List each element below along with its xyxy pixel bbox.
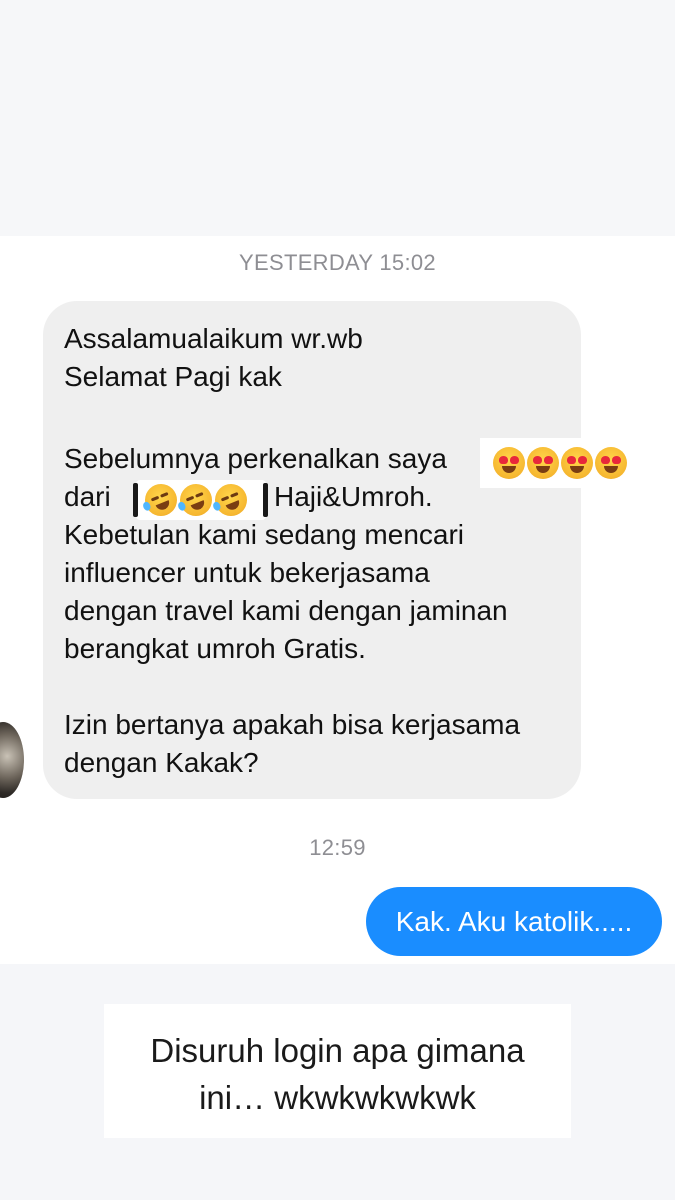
message-line: dengan Kakak?: [64, 747, 259, 778]
message-line: Kebetulan kami sedang mencari: [64, 519, 465, 550]
redaction-edge: [133, 483, 138, 517]
heart-eyes-icon: [493, 447, 525, 479]
message-line: influencer untuk bekerjasama: [64, 557, 430, 588]
outgoing-message-text: Kak. Aku katolik.....: [395, 906, 633, 937]
top-blank-area: [0, 0, 675, 236]
message-line: Assalamualaikum wr.wb: [64, 323, 363, 354]
message-line: berangkat umroh Gratis.: [64, 633, 366, 664]
message-line: Selamat Pagi kak: [64, 361, 282, 392]
message-line: dengan travel kami dengan jaminan: [64, 595, 508, 626]
message-line: Haji&Umroh.: [274, 481, 433, 512]
caption-line: ini… wkwkwkwkwk: [199, 1079, 476, 1116]
message-line: dari: [64, 481, 111, 512]
heart-eyes-icon: [561, 447, 593, 479]
heart-eyes-icon: [595, 447, 627, 479]
message-line: Izin bertanya apakah bisa kerjasama: [64, 709, 521, 740]
heart-eyes-icon: [527, 447, 559, 479]
redaction-edge: [263, 483, 268, 517]
timestamp-12-59: 12:59: [309, 835, 366, 860]
message-line: Sebelumnya perkenalkan saya: [64, 443, 447, 474]
caption-line: Disuruh login apa gimana: [150, 1032, 525, 1069]
timestamp-yesterday: YESTERDAY 15:02: [239, 250, 436, 275]
